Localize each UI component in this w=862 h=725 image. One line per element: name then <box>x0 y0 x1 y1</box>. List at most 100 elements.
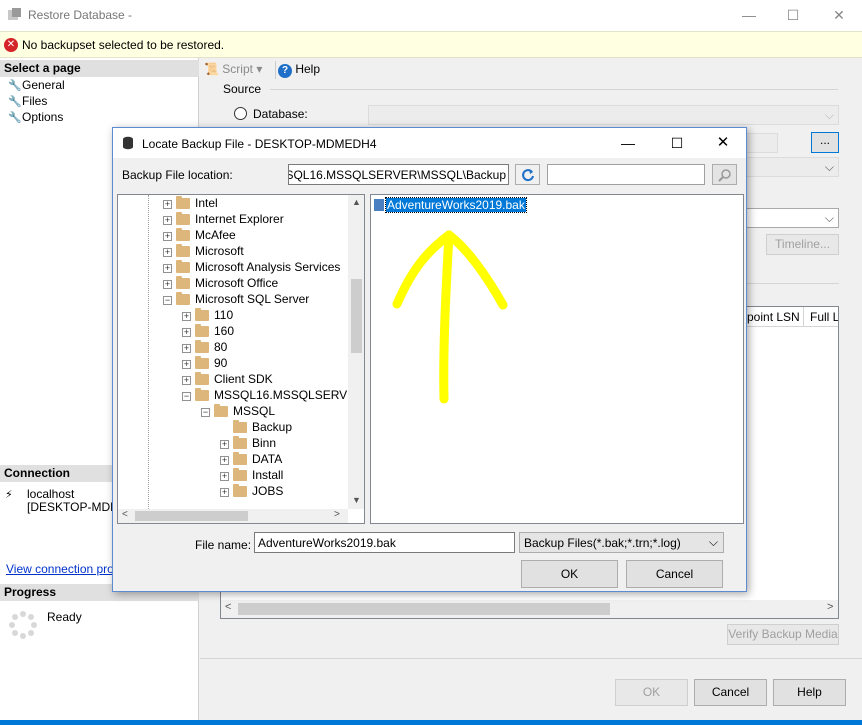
search-icon <box>717 169 731 182</box>
tree-node[interactable]: + Microsoft <box>163 243 244 259</box>
expand-icon[interactable]: + <box>182 360 191 369</box>
collapse-icon[interactable]: − <box>201 408 210 417</box>
expand-icon[interactable]: + <box>182 344 191 353</box>
tree-node[interactable]: + Install <box>220 467 283 483</box>
expand-icon[interactable]: + <box>163 232 172 241</box>
scroll-right-arrow-icon[interactable]: > <box>827 601 833 613</box>
file-list[interactable]: AdventureWorks2019.bak <box>370 194 744 524</box>
locate-backup-file-dialog: Locate Backup File - DESKTOP-MDMEDH4 — ☐… <box>112 127 747 592</box>
dialog-close-button[interactable]: ✕ <box>708 131 738 155</box>
database-radio[interactable] <box>234 107 247 120</box>
search-input[interactable] <box>547 164 705 185</box>
col-checkpoint-lsn[interactable]: point LSN <box>747 310 800 324</box>
ok-button[interactable]: OK <box>615 679 688 706</box>
tree-node-label: 110 <box>214 308 234 322</box>
folder-icon <box>233 468 247 481</box>
restore-to-dropdown[interactable]: ⌵ <box>740 208 839 228</box>
help-footer-button[interactable]: Help <box>773 679 846 706</box>
expand-icon[interactable]: + <box>220 488 229 497</box>
tree-node-label: Microsoft <box>195 244 244 258</box>
wrench-icon: 🔧 <box>8 112 22 124</box>
expand-icon[interactable]: + <box>182 328 191 337</box>
minimize-button[interactable]: — <box>726 0 772 31</box>
grid-horizontal-scrollbar[interactable]: < > <box>221 600 838 618</box>
collapse-icon[interactable]: − <box>182 392 191 401</box>
tree-node[interactable]: +160 <box>182 323 234 339</box>
timeline-button[interactable]: Timeline... <box>766 234 839 255</box>
grid-scroll-thumb[interactable] <box>238 603 610 615</box>
tree-node[interactable]: + Microsoft Analysis Services <box>163 259 340 275</box>
expand-icon[interactable]: + <box>220 472 229 481</box>
folder-icon <box>233 436 247 449</box>
collapse-icon[interactable]: − <box>163 296 172 305</box>
expand-icon[interactable]: + <box>220 456 229 465</box>
database-dropdown[interactable]: ⌵ <box>740 157 839 177</box>
folder-tree[interactable]: + Intel + Internet Explorer + McAfee + Microsof… <box>117 194 365 524</box>
tree-node[interactable]: + Internet Explorer <box>163 211 284 227</box>
scroll-left-arrow-icon[interactable]: < <box>225 601 231 613</box>
maximize-button[interactable]: ☐ <box>770 0 816 31</box>
tree-node[interactable]: +90 <box>182 355 227 371</box>
tree-node-label: MSSQL <box>233 404 276 418</box>
expand-icon[interactable]: + <box>163 216 172 225</box>
view-connection-properties-link[interactable]: View connection prope <box>6 562 127 576</box>
dialog-maximize-button[interactable]: ☐ <box>662 131 692 155</box>
wrench-icon: 🔧 <box>8 96 22 108</box>
expand-icon[interactable] <box>220 422 229 431</box>
source-label: Source <box>223 82 262 96</box>
expand-icon[interactable]: + <box>163 280 172 289</box>
tree-node[interactable]: + Microsoft Office <box>163 275 278 291</box>
folder-icon <box>233 484 247 497</box>
expand-icon[interactable]: + <box>182 376 191 385</box>
tree-scroll-left-icon[interactable]: < <box>122 509 128 520</box>
tree-node[interactable]: + JOBS <box>220 483 283 499</box>
expand-icon[interactable]: + <box>220 440 229 449</box>
expand-icon[interactable]: + <box>163 264 172 273</box>
scroll-down-arrow-icon[interactable]: ▼ <box>352 495 361 505</box>
folder-icon <box>195 356 209 369</box>
expand-icon[interactable]: + <box>163 248 172 257</box>
tree-scroll-right-icon[interactable]: > <box>334 509 340 520</box>
location-field[interactable]: MSSQL16.MSSQLSERVER\MSSQL\Backup <box>288 164 509 185</box>
tree-node[interactable]: + Intel <box>163 195 218 211</box>
folder-icon <box>214 404 228 417</box>
tree-node-label: Intel <box>195 196 218 210</box>
verify-backup-media-button[interactable]: Verify Backup Media <box>727 624 839 645</box>
tree-node[interactable]: − MSSQL16.MSSQLSERVER <box>182 387 364 403</box>
tree-node[interactable]: + DATA <box>220 451 282 467</box>
tree-node[interactable]: Backup <box>220 419 292 435</box>
browse-button[interactable]: ... <box>811 132 839 153</box>
page-item-general[interactable]: 🔧General <box>8 77 65 93</box>
file-name-input[interactable]: AdventureWorks2019.bak <box>254 532 515 553</box>
col-divider <box>803 307 804 327</box>
expand-icon[interactable]: + <box>182 312 191 321</box>
scroll-up-arrow-icon[interactable]: ▲ <box>352 197 361 207</box>
dialog-cancel-button[interactable]: Cancel <box>626 560 723 588</box>
tree-vertical-scrollbar[interactable]: ▲ ▼ <box>348 195 364 509</box>
tree-hscroll-thumb[interactable] <box>135 511 248 521</box>
tree-scroll-thumb[interactable] <box>351 279 362 353</box>
tree-node[interactable]: + Binn <box>220 435 276 451</box>
script-button[interactable]: 📜 Script ▾ <box>204 62 262 76</box>
tree-node[interactable]: + Client SDK <box>182 371 273 387</box>
search-button[interactable] <box>712 164 737 185</box>
tree-node[interactable]: +80 <box>182 339 227 355</box>
tree-node[interactable]: − Microsoft SQL Server <box>163 291 309 307</box>
page-item-options[interactable]: 🔧Options <box>8 109 63 125</box>
help-button[interactable]: ? Help <box>278 62 320 78</box>
file-type-filter[interactable]: Backup Files(*.bak;*.trn;*.log) ⌵ <box>519 532 724 553</box>
col-full-lsn[interactable]: Full LS <box>810 310 838 324</box>
cancel-button[interactable]: Cancel <box>694 679 767 706</box>
tree-node[interactable]: +110 <box>182 307 233 323</box>
dialog-ok-button[interactable]: OK <box>521 560 618 588</box>
close-button[interactable]: ✕ <box>816 0 862 31</box>
tree-horizontal-scrollbar[interactable]: < > <box>118 509 348 523</box>
page-item-files[interactable]: 🔧Files <box>8 93 47 109</box>
refresh-button[interactable] <box>515 164 540 185</box>
error-icon: ✕ <box>4 38 18 52</box>
tree-node[interactable]: − MSSQL <box>201 403 275 419</box>
database-select[interactable]: ⌵ <box>368 105 839 125</box>
expand-icon[interactable]: + <box>163 200 172 209</box>
dialog-minimize-button[interactable]: — <box>613 131 643 155</box>
tree-node[interactable]: + McAfee <box>163 227 236 243</box>
